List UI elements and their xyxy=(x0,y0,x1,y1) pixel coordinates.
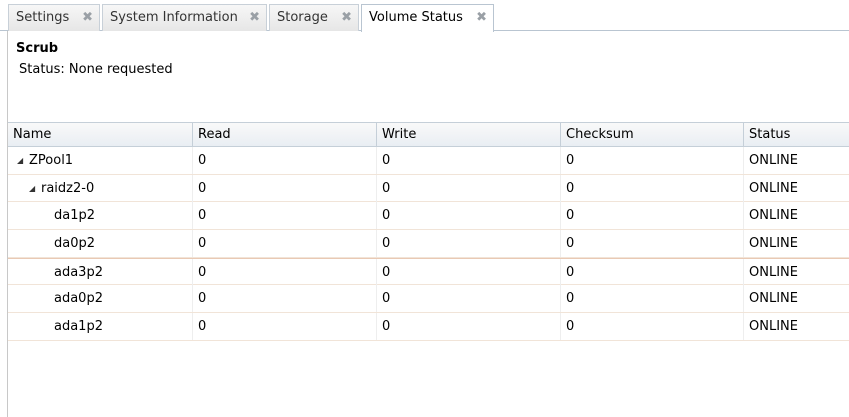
read-cell: 0 xyxy=(193,202,377,230)
tab-label: Volume Status xyxy=(369,10,463,25)
table-row[interactable]: ada3p2 0 0 0 ONLINE xyxy=(8,257,849,286)
scrub-status: Status: None requested xyxy=(19,62,173,77)
column-header-status[interactable]: Status xyxy=(744,123,849,147)
read-cell: 0 xyxy=(193,147,377,174)
tab-label: System Information xyxy=(110,10,238,25)
table-row[interactable]: ◢ raidz2-0 0 0 0 ONLINE xyxy=(8,174,849,203)
device-name: da0p2 xyxy=(8,230,193,258)
read-cell: 0 xyxy=(193,258,377,286)
tab-label: Settings xyxy=(16,10,70,25)
tab-settings[interactable]: Settings ✖ xyxy=(8,4,100,31)
write-cell: 0 xyxy=(377,230,561,258)
name-cell: ◢ ZPool1 xyxy=(8,147,193,174)
checksum-cell: 0 xyxy=(561,285,744,313)
scrub-title: Scrub xyxy=(16,41,59,56)
read-cell: 0 xyxy=(193,285,377,313)
table-row[interactable]: ada0p2 0 0 0 ONLINE xyxy=(8,285,849,314)
status-cell: ONLINE xyxy=(749,180,798,196)
device-name: ada3p2 xyxy=(8,258,193,286)
close-icon[interactable]: ✖ xyxy=(82,5,93,31)
read-cell: 0 xyxy=(193,174,377,202)
table-row[interactable]: ada1p2 0 0 0 ONLINE xyxy=(8,313,849,341)
vdev-name: raidz2-0 xyxy=(41,180,95,196)
status-cell: ONLINE xyxy=(749,236,798,252)
pool-name: ZPool1 xyxy=(29,153,74,168)
close-icon[interactable]: ✖ xyxy=(249,5,260,31)
status-cell: ONLINE xyxy=(749,319,798,335)
column-header-name[interactable]: Name xyxy=(8,123,193,147)
close-icon[interactable]: ✖ xyxy=(476,5,487,31)
column-header-read[interactable]: Read xyxy=(193,123,377,147)
checksum-cell: 0 xyxy=(561,230,744,258)
status-cell: ONLINE xyxy=(749,153,798,168)
read-cell: 0 xyxy=(193,230,377,258)
volume-status-table: Name Read Write Checksum Status ◢ ZPool1 … xyxy=(8,122,849,341)
checksum-cell: 0 xyxy=(561,313,744,341)
table-row[interactable]: da1p2 0 0 0 ONLINE xyxy=(8,202,849,231)
column-header-write[interactable]: Write xyxy=(377,123,561,147)
checksum-cell: 0 xyxy=(561,147,744,174)
close-icon[interactable]: ✖ xyxy=(341,5,352,31)
name-cell: ◢ raidz2-0 xyxy=(8,174,193,202)
write-cell: 0 xyxy=(377,285,561,313)
write-cell: 0 xyxy=(377,202,561,230)
tab-storage[interactable]: Storage ✖ xyxy=(269,4,359,31)
write-cell: 0 xyxy=(377,313,561,341)
checksum-cell: 0 xyxy=(561,174,744,202)
status-cell: ONLINE xyxy=(749,264,798,280)
status-cell: ONLINE xyxy=(749,291,798,307)
read-cell: 0 xyxy=(193,313,377,341)
device-name: da1p2 xyxy=(8,202,193,230)
device-name: ada1p2 xyxy=(8,313,193,341)
tab-volume-status[interactable]: Volume Status ✖ xyxy=(361,4,494,32)
write-cell: 0 xyxy=(377,174,561,202)
device-name: ada0p2 xyxy=(8,285,193,313)
column-header-checksum[interactable]: Checksum xyxy=(561,123,744,147)
table-row[interactable]: da0p2 0 0 0 ONLINE xyxy=(8,230,849,258)
table-row[interactable]: ◢ ZPool1 0 0 0 ONLINE xyxy=(8,147,849,175)
write-cell: 0 xyxy=(377,147,561,174)
collapse-triangle-icon[interactable]: ◢ xyxy=(29,175,37,202)
checksum-cell: 0 xyxy=(561,202,744,230)
collapse-triangle-icon[interactable]: ◢ xyxy=(17,147,25,174)
tab-bar: Settings ✖ System Information ✖ Storage … xyxy=(0,0,849,32)
table-header: Name Read Write Checksum Status xyxy=(8,122,849,147)
write-cell: 0 xyxy=(377,258,561,286)
tab-system-information[interactable]: System Information ✖ xyxy=(102,4,267,31)
checksum-cell: 0 xyxy=(561,258,744,286)
tab-label: Storage xyxy=(277,10,328,25)
status-cell: ONLINE xyxy=(749,208,798,224)
